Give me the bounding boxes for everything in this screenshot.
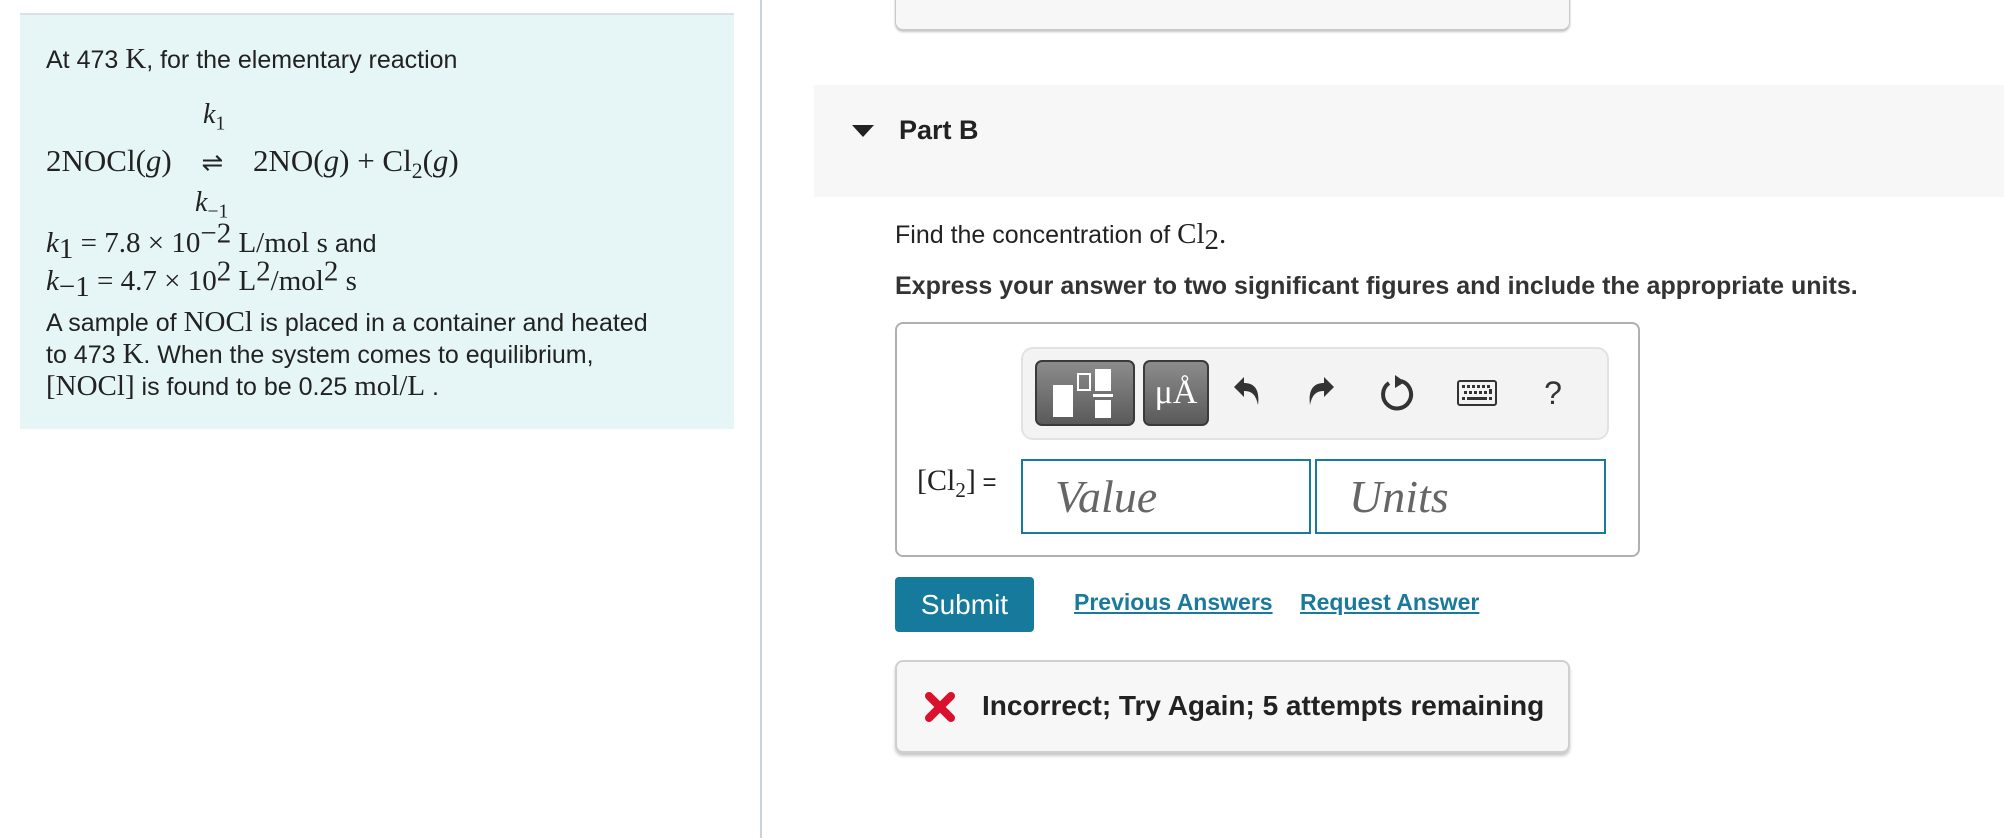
km1-exponent: 2 [216,255,232,288]
unit-mol: /mol [270,265,324,297]
equals-sign: = [975,469,997,496]
answer-box: μÅ ? [Cl2] = [895,322,1640,557]
templates-button[interactable] [1035,360,1135,426]
reset-icon [1381,375,1414,411]
reactant-phase: g [145,143,162,178]
pane-divider[interactable] [760,0,762,838]
product-1: 2NO( [253,143,324,178]
text: to 473 [46,341,123,369]
unit-mol-exp: 2 [323,255,339,288]
keyboard-button[interactable] [1455,367,1499,419]
product-plus: ) + Cl [339,143,412,178]
redo-button[interactable] [1299,367,1343,419]
undo-button[interactable] [1225,367,1269,419]
unit: mol/L [354,370,426,402]
product-2-phase: g [432,143,449,178]
label-close: ] [965,464,976,497]
feedback-box: Incorrect; Try Again; 5 attempts remaini… [895,660,1570,753]
answer-instruction: Express your answer to two significant f… [895,272,1858,300]
incorrect-x-icon [925,692,955,722]
k-symbol: k [46,227,59,259]
label-sub: 2 [955,478,966,502]
text: A sample of [46,309,184,337]
math-toolbar: μÅ ? [1021,347,1609,440]
keyboard-icon [1457,380,1497,406]
reactant: 2NOCl( [46,143,146,178]
text: Find the concentration of [895,221,1178,249]
unit: K [122,338,144,370]
text: . [1219,218,1227,250]
sample-line-3: [NOCl] is found to be 0.25 mol/L . [46,370,439,403]
species-concentration: [NOCl] [46,370,135,402]
species: NOCl [183,306,253,338]
fraction-template-icon [1053,369,1113,418]
k-symbol: k [46,265,59,297]
undo-icon [1234,377,1259,405]
k1-exponent: −2 [200,217,232,250]
intro-suffix: , for the elementary reaction [146,46,458,74]
k-symbol: k [195,187,208,218]
part-b-title: Part B [899,115,979,145]
km1-value: = 4.7 × 10 [89,265,217,297]
species-sub: 2 [1204,224,1220,256]
value-input[interactable] [1021,459,1311,534]
question-text: Find the concentration of Cl2. [895,218,1227,255]
feedback-text: Incorrect; Try Again; 5 attempts remaini… [982,690,1545,721]
intro-prefix: At 473 [46,46,126,74]
product-2-close: ) [448,143,459,178]
product-2-open: ( [422,143,433,178]
part-a-feedback-box [895,0,1570,30]
k1-unit: L/mol s [231,227,328,259]
help-button[interactable]: ? [1531,367,1575,419]
reset-button[interactable] [1375,367,1419,419]
request-answer-link[interactable]: Request Answer [1300,589,1479,616]
k-minus1-value-line: k−1 = 4.7 × 102 L2/mol2 s [46,257,357,301]
units-button[interactable]: μÅ [1143,360,1209,426]
text: is found to be 0.25 [134,373,355,401]
sample-line-2: to 473 K. When the system comes to equil… [46,338,594,371]
previous-answers-link[interactable]: Previous Answers [1074,589,1273,616]
text: . When the system comes to equilibrium, [143,341,594,369]
reactant-close: ) [161,143,172,178]
problem-statement-panel: At 473 K, for the elementary reaction k1… [20,13,734,429]
intro-unit: K [125,43,147,75]
problem-intro: At 473 K, for the elementary reaction [46,43,457,76]
reaction-equation: 2NOCl(g) ⇌ 2NO(g) + Cl2(g) [46,143,459,182]
collapse-triangle-icon[interactable] [852,125,874,137]
text: is placed in a container and heated [252,309,648,337]
k1-value: = 7.8 × 10 [73,227,201,259]
species: Cl [1177,218,1205,250]
sample-line-1: A sample of NOCl is placed in a containe… [46,306,648,339]
equilibrium-arrow-icon: ⇌ [201,148,224,177]
part-b-header[interactable]: Part B [814,85,2004,197]
product-1-phase: g [323,143,340,178]
submit-button[interactable]: Submit [895,577,1034,632]
unit-liter: L [231,265,257,297]
k-subscript: 1 [58,233,74,265]
units-symbol-icon: μÅ [1154,374,1198,411]
reverse-rate-constant-label: k−1 [195,187,228,222]
label-species: [Cl [917,464,956,497]
unit-second: s [338,265,357,297]
forward-rate-constant-label: k1 [203,99,225,134]
and-text: and [327,230,377,258]
k-symbol: k [203,99,216,130]
unit-liter-exp: 2 [256,255,271,288]
redo-icon [1309,377,1334,405]
product-2-sub: 2 [411,159,423,184]
k-subscript: 1 [215,113,226,135]
answer-label: [Cl2] = [917,464,997,501]
units-input[interactable] [1315,459,1606,534]
text: . [425,373,440,401]
k-subscript: −1 [58,271,90,303]
